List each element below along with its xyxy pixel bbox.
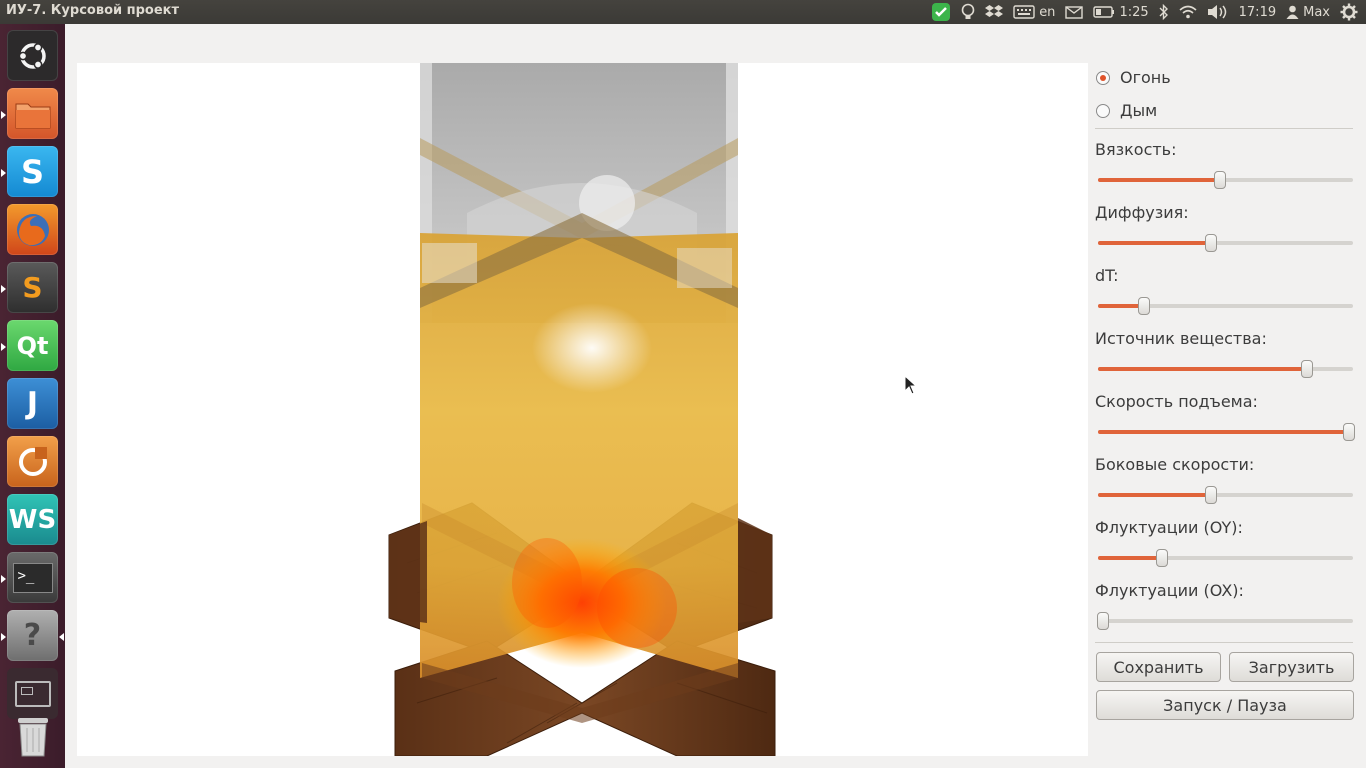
system-tray: en 1:25 17:19 Max: [931, 0, 1366, 24]
lightbulb-icon[interactable]: [961, 3, 975, 21]
slider-side-speed-handle[interactable]: [1205, 486, 1218, 504]
volume-icon[interactable]: [1207, 4, 1229, 20]
slider-viscosity-handle[interactable]: [1214, 171, 1227, 189]
slider-fluct-oy-label: Флуктуации (OY):: [1095, 518, 1243, 537]
slider-fluct-oy[interactable]: [1098, 549, 1353, 567]
user-menu[interactable]: Max: [1286, 5, 1330, 20]
launcher: S S Qt J WS >_ ?: [0, 24, 65, 768]
qt-creator-icon[interactable]: Qt: [7, 320, 58, 371]
ubuntu-dash-icon[interactable]: [7, 30, 58, 81]
slider-fluct-oy-handle[interactable]: [1155, 549, 1168, 567]
slider-diffusion[interactable]: [1098, 234, 1353, 252]
webstorm-icon[interactable]: WS: [7, 494, 58, 545]
mouse-cursor-icon: [904, 375, 918, 395]
divider: [1095, 642, 1353, 643]
load-button[interactable]: Загрузить: [1229, 652, 1354, 682]
slider-fluct-ox[interactable]: [1097, 612, 1353, 630]
radio-fire[interactable]: Огонь: [1096, 68, 1171, 87]
wifi-icon[interactable]: [1179, 5, 1197, 19]
slider-viscosity[interactable]: [1098, 171, 1353, 189]
intellij-icon[interactable]: J: [7, 378, 58, 429]
slider-side-speed[interactable]: [1098, 486, 1353, 504]
battery-icon: [1093, 6, 1115, 18]
sublime-text-icon[interactable]: S: [7, 262, 58, 313]
slider-fluct-ox-handle[interactable]: [1097, 612, 1110, 630]
slider-dt-handle[interactable]: [1137, 297, 1150, 315]
sts-icon[interactable]: [7, 436, 58, 487]
divider: [1095, 128, 1353, 129]
battery-indicator[interactable]: 1:25: [1093, 4, 1149, 20]
radio-smoke[interactable]: Дым: [1096, 101, 1157, 120]
simulation-canvas[interactable]: [77, 63, 1088, 756]
top-panel: ИУ-7. Курсовой проект en 1:25 17:19 Max: [0, 0, 1366, 24]
clock[interactable]: 17:19: [1239, 5, 1276, 20]
slider-rise-speed-label: Скорость подъема:: [1095, 392, 1258, 411]
slider-side-speed-label: Боковые скорости:: [1095, 455, 1255, 474]
keyboard-icon[interactable]: en: [1013, 5, 1055, 20]
save-button[interactable]: Сохранить: [1096, 652, 1221, 682]
keyboard-layout-label: en: [1039, 4, 1056, 20]
files-icon[interactable]: [7, 88, 58, 139]
run-pause-button[interactable]: Запуск / Пауза: [1096, 690, 1354, 720]
slider-rise-speed[interactable]: [1098, 423, 1356, 441]
terminal-icon[interactable]: >_: [7, 552, 58, 603]
slider-source[interactable]: [1098, 360, 1353, 378]
slider-dt[interactable]: [1098, 297, 1353, 315]
slider-diffusion-label: Диффузия:: [1095, 203, 1189, 222]
slider-rise-speed-handle[interactable]: [1343, 423, 1356, 441]
radio-fire-label: Огонь: [1120, 68, 1171, 87]
control-panel: Огонь Дым Вязкость: Диффузия: dT: Источн…: [1088, 60, 1366, 760]
flame-region: [420, 213, 738, 678]
slider-dt-label: dT:: [1095, 266, 1119, 285]
slider-fluct-ox-label: Флуктуации (OX):: [1095, 581, 1244, 600]
gear-icon[interactable]: [1340, 3, 1358, 21]
unknown-app-icon[interactable]: ?: [7, 610, 58, 661]
battery-time: 1:25: [1119, 4, 1149, 20]
slider-viscosity-label: Вязкость:: [1095, 140, 1177, 159]
skype-icon[interactable]: S: [7, 146, 58, 197]
radio-smoke-label: Дым: [1120, 101, 1158, 120]
radio-smoke-dot[interactable]: [1096, 103, 1110, 118]
firefox-icon[interactable]: [7, 204, 58, 255]
dropbox-icon[interactable]: [985, 4, 1004, 20]
slider-source-label: Источник вещества:: [1095, 329, 1267, 348]
check-shield-icon[interactable]: [931, 2, 951, 22]
window-title: ИУ-7. Курсовой проект: [6, 3, 180, 18]
mail-icon[interactable]: [1065, 5, 1084, 19]
user-name: Max: [1303, 4, 1330, 20]
slider-source-handle[interactable]: [1301, 360, 1314, 378]
radio-fire-dot[interactable]: [1096, 70, 1110, 85]
slider-diffusion-handle[interactable]: [1205, 234, 1218, 252]
fire-simulation-render: [388, 63, 776, 756]
user-icon: [1286, 5, 1299, 19]
bluetooth-icon[interactable]: [1159, 4, 1169, 20]
trash-icon[interactable]: [7, 710, 58, 761]
